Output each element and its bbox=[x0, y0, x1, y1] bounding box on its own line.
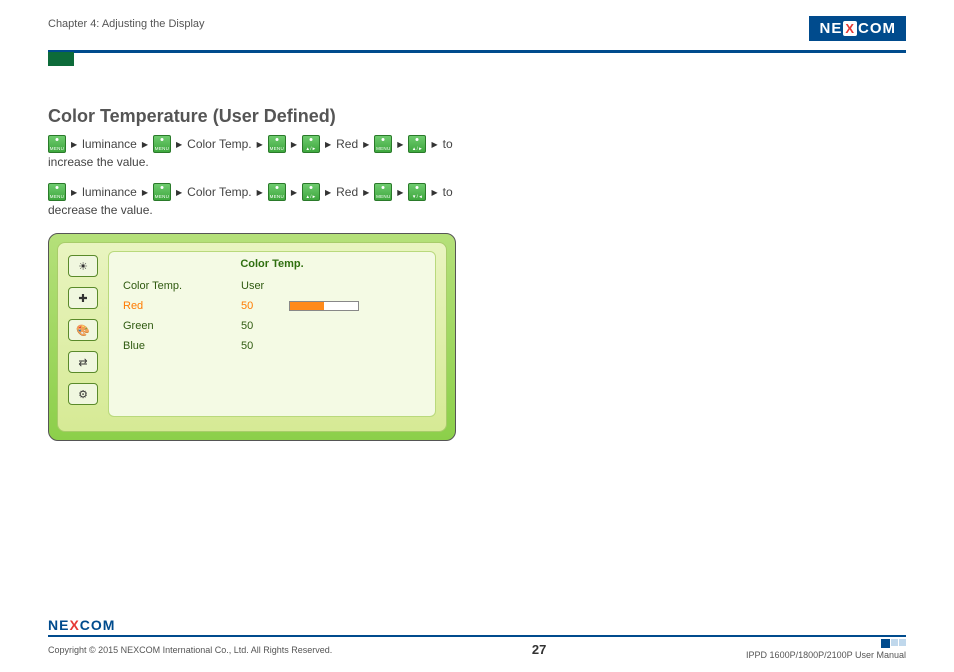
instruction-block: MENU ▶ luminance ▶ MENU ▶ Color Temp. ▶ MENU ▶ ▲/►… bbox=[48, 135, 906, 217]
osd-tab-color[interactable]: 🎨 bbox=[68, 319, 98, 341]
input-icon: ⇄ bbox=[78, 356, 87, 369]
arrow-icon: ▶ bbox=[397, 188, 403, 197]
osd-row[interactable]: Color Temp. User bbox=[121, 276, 423, 296]
arrow-icon: ▶ bbox=[142, 188, 148, 197]
instruction-text: to bbox=[443, 185, 453, 199]
slider-fill bbox=[290, 302, 324, 310]
page-header: Chapter 4: Adjusting the Display NEXCOM bbox=[48, 16, 906, 50]
menu-button-icon: MENU bbox=[48, 135, 66, 153]
osd-tab-setup[interactable]: ⚙ bbox=[68, 383, 98, 405]
osd-tab-strip: ☀ ✚ 🎨 ⇄ ⚙ bbox=[68, 251, 98, 417]
arrow-icon: ▶ bbox=[325, 140, 331, 149]
osd-row[interactable]: Green 50 bbox=[121, 316, 423, 336]
osd-row-value: User bbox=[241, 280, 281, 292]
section-tab-mark bbox=[48, 52, 74, 66]
instruction-text: Color Temp. bbox=[187, 185, 251, 199]
arrow-icon: ▶ bbox=[71, 188, 77, 197]
menu-button-icon: MENU bbox=[374, 183, 392, 201]
chapter-label: Chapter 4: Adjusting the Display bbox=[48, 16, 205, 30]
osd-rows: Color Temp. User Red 50 Green 50 Blue 50 bbox=[121, 276, 423, 356]
osd-row-value: 50 bbox=[241, 340, 281, 352]
arrow-icon: ▶ bbox=[431, 140, 437, 149]
instruction-text: Color Temp. bbox=[187, 137, 251, 151]
menu-button-icon: MENU bbox=[48, 183, 66, 201]
osd-row-label: Green bbox=[123, 320, 233, 332]
arrow-icon: ▶ bbox=[257, 140, 263, 149]
menu-button-icon: MENU bbox=[268, 183, 286, 201]
osd-tab-brightness[interactable]: ☀ bbox=[68, 255, 98, 277]
instruction-text: Red bbox=[336, 185, 358, 199]
down-button-icon: ▼/◄ bbox=[408, 183, 426, 201]
up-button-icon: ▲/► bbox=[302, 183, 320, 201]
arrow-icon: ▶ bbox=[397, 140, 403, 149]
section-title: Color Temperature (User Defined) bbox=[48, 106, 906, 127]
osd-row-value: 50 bbox=[241, 300, 281, 312]
arrow-icon: ▶ bbox=[71, 140, 77, 149]
arrow-icon: ▶ bbox=[363, 188, 369, 197]
copyright-text: Copyright © 2015 NEXCOM International Co… bbox=[48, 645, 332, 655]
menu-button-icon: MENU bbox=[268, 135, 286, 153]
arrow-icon: ▶ bbox=[431, 188, 437, 197]
arrow-icon: ▶ bbox=[325, 188, 331, 197]
instruction-text: to bbox=[443, 137, 453, 151]
brand-logo-top: NEXCOM bbox=[809, 16, 906, 41]
osd-row[interactable]: Blue 50 bbox=[121, 336, 423, 356]
osd-tab-geometry[interactable]: ✚ bbox=[68, 287, 98, 309]
osd-panel: ☀✚🎨⇄⚙ Color Temp. Color Temp.UserRed50Gr… bbox=[48, 233, 456, 441]
instruction-text: Red bbox=[336, 137, 358, 151]
instruction-line: MENU ▶ luminance ▶ MENU ▶ Color Temp. ▶ MENU ▶ ▲/►… bbox=[48, 135, 906, 153]
osd-content: Color Temp. Color Temp.UserRed50Green50B… bbox=[108, 251, 436, 417]
osd-row-label: Blue bbox=[123, 340, 233, 352]
brand-logo-bottom: NEXCOM bbox=[48, 617, 906, 633]
document-id: IPPD 1600P/1800P/2100P User Manual bbox=[746, 650, 906, 660]
osd-tab-input[interactable]: ⇄ bbox=[68, 351, 98, 373]
osd-row[interactable]: Red 50 bbox=[121, 296, 423, 316]
brightness-icon: ☀ bbox=[78, 260, 88, 273]
geometry-icon: ✚ bbox=[78, 292, 87, 305]
arrow-icon: ▶ bbox=[142, 140, 148, 149]
instruction-text: luminance bbox=[82, 185, 137, 199]
osd-row-label: Red bbox=[123, 300, 233, 312]
setup-icon: ⚙ bbox=[78, 388, 88, 401]
color-icon: 🎨 bbox=[76, 324, 90, 337]
arrow-icon: ▶ bbox=[363, 140, 369, 149]
arrow-icon: ▶ bbox=[176, 140, 182, 149]
page-footer: NEXCOM Copyright © 2015 NEXCOM Internati… bbox=[48, 617, 906, 660]
up-button-icon: ▲/► bbox=[302, 135, 320, 153]
arrow-icon: ▶ bbox=[291, 140, 297, 149]
menu-button-icon: MENU bbox=[153, 135, 171, 153]
footer-ornament-icon bbox=[881, 639, 906, 648]
instruction-after: decrease the value. bbox=[48, 203, 906, 217]
osd-row-label: Color Temp. bbox=[123, 280, 233, 292]
osd-title: Color Temp. bbox=[121, 258, 423, 270]
osd-inner: ☀✚🎨⇄⚙ Color Temp. Color Temp.UserRed50Gr… bbox=[57, 242, 447, 432]
menu-button-icon: MENU bbox=[374, 135, 392, 153]
slider-bar[interactable] bbox=[289, 301, 359, 311]
instruction-line: MENU ▶ luminance ▶ MENU ▶ Color Temp. ▶ MENU ▶ ▲/►… bbox=[48, 183, 906, 201]
instruction-text: luminance bbox=[82, 137, 137, 151]
footer-rule bbox=[48, 635, 906, 637]
up-button-icon: ▲/► bbox=[408, 135, 426, 153]
page-number: 27 bbox=[532, 642, 546, 657]
arrow-icon: ▶ bbox=[176, 188, 182, 197]
arrow-icon: ▶ bbox=[257, 188, 263, 197]
arrow-icon: ▶ bbox=[291, 188, 297, 197]
osd-row-value: 50 bbox=[241, 320, 281, 332]
menu-button-icon: MENU bbox=[153, 183, 171, 201]
header-rule bbox=[48, 50, 906, 53]
instruction-after: increase the value. bbox=[48, 155, 906, 169]
